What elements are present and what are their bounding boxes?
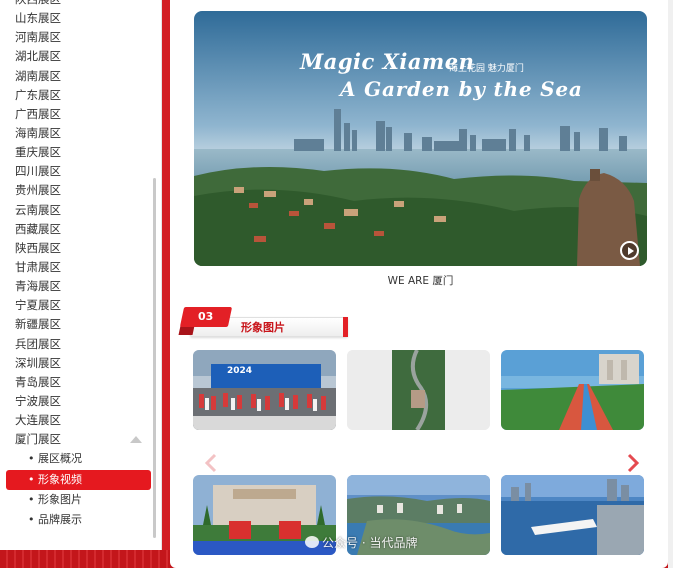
watermark-text: 公众号 · 当代品牌 — [322, 536, 418, 550]
section-number-badge: 03 — [179, 307, 233, 327]
sub-item-overview[interactable]: • 展区概况 — [6, 449, 151, 469]
sidebar-scrollbar-thumb[interactable] — [153, 178, 156, 538]
sidebar-item-yunnan[interactable]: 云南展区 — [0, 201, 150, 220]
video-caption: WE ARE 厦门 — [387, 275, 454, 287]
gallery-image-marathon[interactable]: 2024 — [193, 350, 336, 430]
sidebar-item-bingtuan[interactable]: 兵团展区 — [0, 335, 150, 354]
marathon-photo — [193, 350, 336, 430]
wechat-icon — [305, 536, 319, 548]
sidebar-item-henan[interactable]: 河南展区 — [0, 28, 150, 47]
sidebar-item-qingdao[interactable]: 青岛展区 — [0, 373, 150, 392]
sidebar-item-shenzhen[interactable]: 深圳展区 — [0, 354, 150, 373]
sidebar-item-ningxia[interactable]: 宁夏展区 — [0, 296, 150, 315]
sidebar-item-ningbo[interactable]: 宁波展区 — [0, 392, 150, 411]
sub-item-brand-showcase[interactable]: • 品牌展示 — [6, 510, 151, 530]
sidebar-item-label: 厦门展区 — [15, 432, 61, 447]
sidebar-item-xiamen[interactable]: 厦门展区 — [0, 430, 150, 449]
sidebar-item-hainan[interactable]: 海南展区 — [0, 124, 150, 143]
sidebar-item-gansu[interactable]: 甘肃展区 — [0, 258, 150, 277]
sidebar: 陕西展区 山东展区 河南展区 湖北展区 湖南展区 广东展区 广西展区 海南展区 … — [0, 0, 162, 550]
sub-item-image-pictures[interactable]: • 形象图片 — [6, 490, 151, 510]
gallery-image-cruise-port[interactable] — [501, 475, 644, 555]
sidebar-item-shandong[interactable]: 山东展区 — [0, 9, 150, 28]
section-header: 03 形象图片 — [178, 307, 350, 337]
video-title-cn: 海上花园 魅力厦门 — [449, 64, 524, 74]
section-title: 形象图片 — [241, 321, 285, 334]
video-player[interactable]: Magic Xiamen 海上花园 魅力厦门 A Garden by the S… — [194, 11, 647, 266]
sidebar-item-xizang[interactable]: 西藏展区 — [0, 220, 150, 239]
divider-red-bar — [162, 0, 170, 550]
chevron-right-icon[interactable] — [621, 452, 643, 474]
sidebar-item-hunan[interactable]: 湖南展区 — [0, 67, 150, 86]
section-header-accent — [343, 317, 348, 337]
sidebar-item-shaanxi-partial[interactable]: 陕西展区 — [0, 0, 150, 9]
caret-up-icon[interactable] — [130, 436, 142, 444]
chevron-left-icon[interactable] — [201, 452, 223, 474]
marathon-banner-text: 2024 — [227, 366, 253, 376]
sidebar-item-hubei[interactable]: 湖北展区 — [0, 47, 150, 66]
sidebar-item-guangdong[interactable]: 广东展区 — [0, 86, 150, 105]
sidebar-item-sichuan[interactable]: 四川展区 — [0, 162, 150, 181]
sidebar-item-dalian[interactable]: 大连展区 — [0, 411, 150, 430]
sidebar-item-qinghai[interactable]: 青海展区 — [0, 277, 150, 296]
sidebar-item-guizhou[interactable]: 贵州展区 — [0, 181, 150, 200]
watermark: 公众号 · 当代品牌 — [305, 534, 417, 551]
sub-item-image-video[interactable]: • 形象视频 — [6, 469, 151, 490]
red-track-photo — [501, 350, 644, 430]
gallery-image-aerial-road[interactable] — [347, 350, 490, 430]
sidebar-nav-list: 陕西展区 山东展区 河南展区 湖北展区 湖南展区 广东展区 广西展区 海南展区 … — [0, 0, 151, 531]
gallery-image-red-track[interactable] — [501, 350, 644, 430]
sidebar-item-xinjiang[interactable]: 新疆展区 — [0, 315, 150, 334]
video-subtitle-en: A Garden by the Sea — [340, 77, 583, 101]
sidebar-item-chongqing[interactable]: 重庆展区 — [0, 143, 150, 162]
sidebar-item-shaanxi[interactable]: 陕西展区 — [0, 239, 150, 258]
aerial-road-photo — [347, 350, 490, 430]
play-icon[interactable] — [620, 241, 639, 260]
main-content: Magic Xiamen 海上花园 魅力厦门 A Garden by the S… — [170, 0, 668, 568]
main-right-edge — [668, 0, 673, 568]
cruise-port-photo — [501, 475, 644, 555]
sidebar-item-guangxi[interactable]: 广西展区 — [0, 105, 150, 124]
